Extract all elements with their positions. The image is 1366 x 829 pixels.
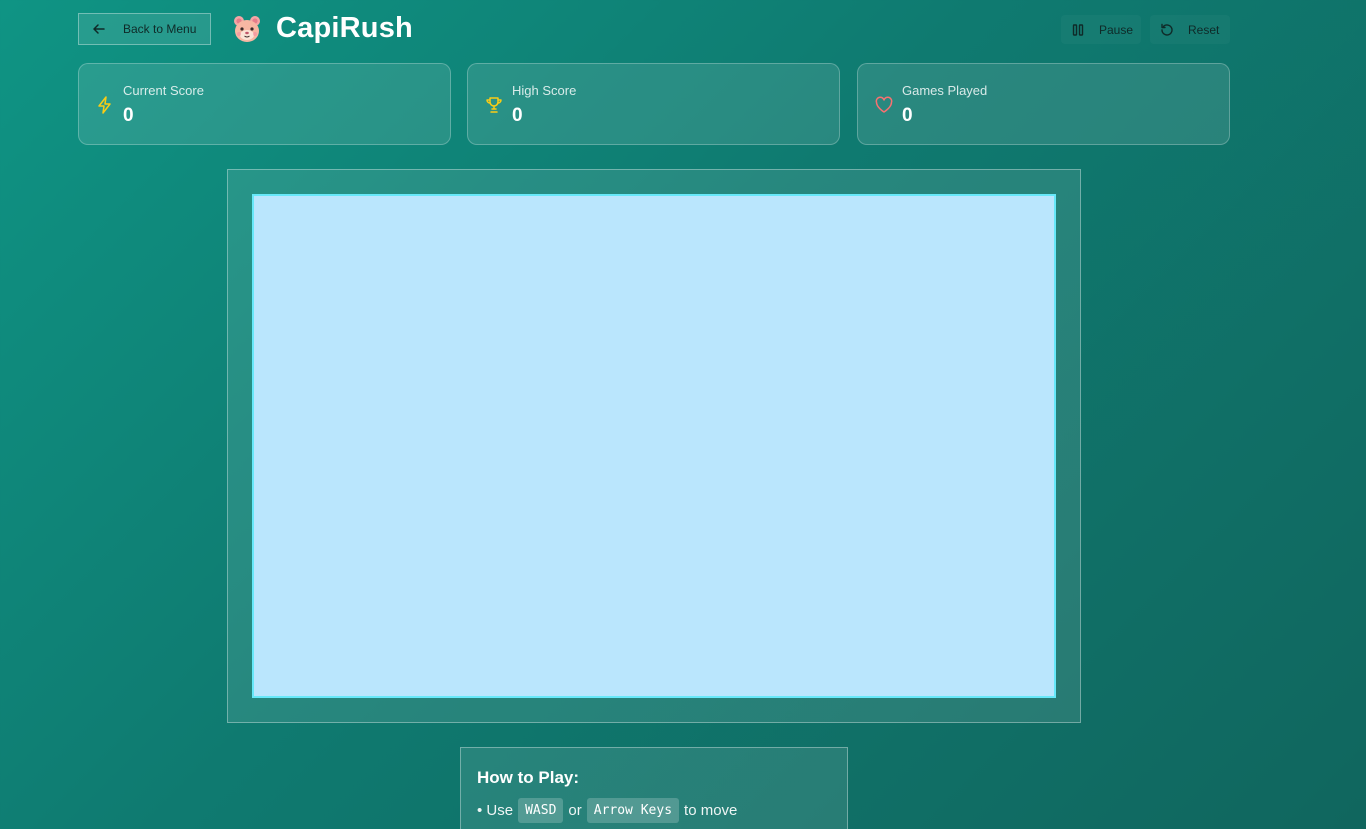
high-score-label: High Score	[512, 83, 577, 98]
game-board-frame	[227, 169, 1081, 723]
games-played-card: Games Played 0	[857, 63, 1230, 145]
arrow-keys-badge: Arrow Keys	[586, 798, 680, 823]
pause-label: Pause	[1099, 22, 1134, 37]
arrow-left-icon	[92, 22, 106, 36]
how-to-play-heading: How to Play:	[477, 768, 580, 787]
games-played-label: Games Played	[902, 83, 988, 98]
instruction-or: or	[568, 802, 582, 819]
how-to-play-panel: How to Play: • Use WASD or Arrow Keys to…	[460, 747, 848, 829]
instruction-suffix: to move	[684, 802, 738, 819]
app-brand: CapiRush	[231, 12, 413, 45]
app-title: CapiRush	[276, 12, 413, 44]
pause-button[interactable]: Pause	[1061, 15, 1141, 44]
high-score-value: 0	[512, 105, 523, 126]
instruction-prefix: • Use	[477, 802, 514, 819]
current-score-card: Current Score 0	[78, 63, 451, 145]
hamster-face-icon	[231, 13, 263, 45]
pause-icon	[1071, 23, 1085, 37]
game-canvas[interactable]	[252, 194, 1056, 698]
instruction-line-move: • Use WASD or Arrow Keys to move	[477, 798, 831, 823]
games-played-value: 0	[902, 105, 913, 126]
rotate-ccw-icon	[1160, 23, 1174, 37]
wasd-key-badge: WASD	[518, 798, 564, 823]
trophy-icon	[484, 95, 504, 115]
heart-icon	[874, 95, 894, 115]
reset-label: Reset	[1188, 22, 1220, 37]
lightning-icon	[95, 95, 115, 115]
back-to-menu-button[interactable]: Back to Menu	[78, 13, 211, 45]
back-to-menu-label: Back to Menu	[123, 22, 197, 36]
current-score-value: 0	[123, 105, 134, 126]
high-score-card: High Score 0	[467, 63, 840, 145]
current-score-label: Current Score	[123, 83, 204, 98]
reset-button[interactable]: Reset	[1150, 15, 1230, 44]
